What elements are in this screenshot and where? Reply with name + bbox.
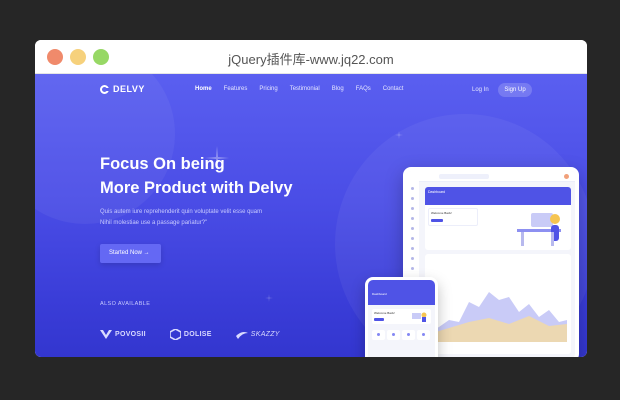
window-title: jQuery插件库-www.jq22.com: [228, 52, 394, 67]
tablet-dashboard-panel: Dashboard Welcome Back!: [425, 187, 571, 250]
brand-povosii: POVOSII: [100, 330, 146, 339]
povosii-logo-icon: [100, 330, 112, 339]
tablet-chart-panel: [425, 254, 571, 354]
hero-headline: Focus On being More Product with Delvy: [100, 152, 293, 200]
area-chart-graphic: [429, 292, 567, 342]
browser-window: jQuery插件库-www.jq22.com DELVY Home Featur…: [35, 40, 587, 357]
tablet-welcome-button: [431, 219, 443, 222]
tablet-topbar: [419, 171, 575, 182]
subtext-line-2: Nihil molestiae use a passage pariatur?": [100, 220, 208, 226]
nav-item-features[interactable]: Features: [224, 86, 248, 92]
avatar: [564, 174, 569, 179]
nav-item-contact[interactable]: Contact: [383, 86, 404, 92]
subtext-line-1: Quis autem iure reprehenderit quin volup…: [100, 209, 263, 215]
nav-item-pricing[interactable]: Pricing: [259, 86, 277, 92]
phone-welcome-button: [374, 318, 384, 321]
phone-dashboard-title: Dashboard: [372, 292, 387, 296]
brand-dolise-name: DOLISE: [183, 331, 212, 338]
phone-welcome-title: Welcome Back!: [374, 311, 395, 315]
phone-mockup: Dashboard Welcome Back!: [365, 277, 438, 357]
brand-skazzy: SKAZZY: [235, 330, 280, 339]
brand-povosii-name: POVOSII: [115, 331, 146, 338]
nav-item-testimonial[interactable]: Testimonial: [290, 86, 320, 92]
nav-item-faqs[interactable]: FAQs: [356, 86, 371, 92]
phone-stat-card: [387, 330, 400, 340]
phone-illustration-icon: [412, 312, 427, 322]
phone-welcome-card: Welcome Back!: [372, 309, 431, 324]
logo-icon: [100, 84, 109, 94]
tablet-welcome-card: Welcome Back!: [428, 208, 478, 226]
phone-header: Dashboard: [368, 280, 435, 305]
dolise-logo-icon: [169, 329, 181, 340]
phone-stat-card: [417, 330, 430, 340]
nav-item-blog[interactable]: Blog: [332, 86, 344, 92]
phone-stat-card: [372, 330, 385, 340]
headline-line-1: Focus On being: [100, 155, 225, 173]
hero-section: DELVY Home Features Pricing Testimonial …: [35, 74, 587, 357]
illustration-icon: [517, 213, 561, 246]
login-link[interactable]: Log In: [472, 87, 489, 93]
title-bar: jQuery插件库-www.jq22.com: [35, 40, 587, 74]
sparkle-icon: [395, 131, 403, 139]
phone-stat-card: [402, 330, 415, 340]
headline-line-2: More Product with Delvy: [100, 179, 293, 197]
tablet-welcome-title: Welcome Back!: [431, 211, 452, 215]
partner-brands: POVOSII DOLISE SKAZZY: [100, 329, 280, 340]
brand-logo[interactable]: DELVY: [100, 84, 145, 94]
tablet-search: [439, 174, 489, 179]
brand-skazzy-name: SKAZZY: [250, 331, 280, 338]
brand-dolise: DOLISE: [169, 329, 212, 340]
signup-button[interactable]: Sign Up: [498, 83, 532, 97]
skazzy-logo-icon: [235, 332, 248, 339]
nav-item-home[interactable]: Home: [195, 86, 212, 92]
nav-menu: Home Features Pricing Testimonial Blog F…: [195, 86, 403, 92]
started-now-button[interactable]: Started Now →: [100, 244, 161, 263]
hero-subtext: Quis autem iure reprehenderit quin volup…: [100, 207, 330, 229]
tablet-dashboard-title: Dashboard: [428, 190, 446, 194]
sparkle-icon: [265, 294, 273, 302]
also-available-label: ALSO AVAILABLE: [100, 301, 151, 307]
top-nav: DELVY Home Features Pricing Testimonial …: [35, 80, 587, 100]
tablet-dashboard-header: Dashboard: [425, 187, 571, 205]
brand-name: DELVY: [113, 84, 145, 94]
